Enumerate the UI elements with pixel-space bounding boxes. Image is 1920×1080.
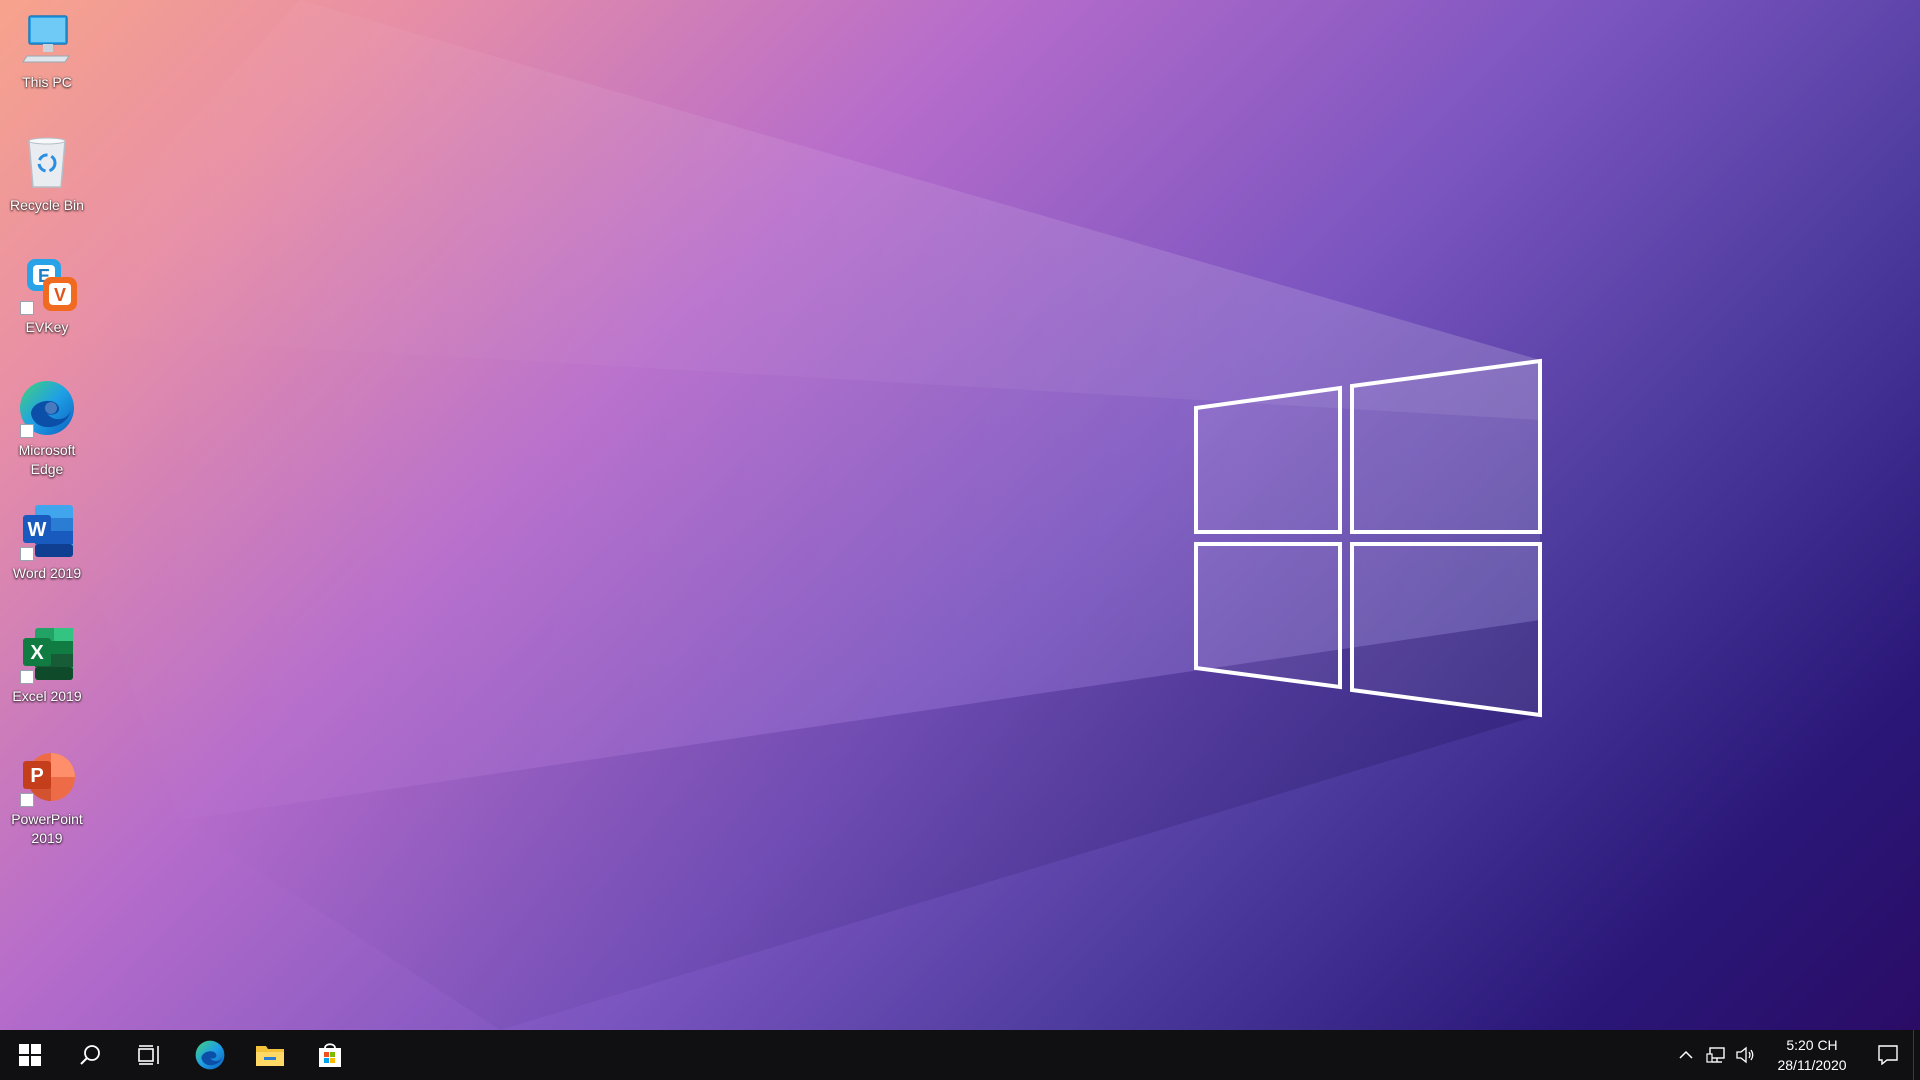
- desktop[interactable]: This PC Recycle Bin E V EVKey Microsoft …: [0, 0, 1920, 1030]
- task-view-icon: [138, 1045, 159, 1065]
- powerpoint-icon: P: [17, 747, 77, 807]
- desktop-icon-label: Recycle Bin: [10, 197, 84, 213]
- word-icon: W: [17, 501, 77, 561]
- desktop-icon-label: PowerPoint 2019: [11, 811, 83, 846]
- show-hidden-icons-button[interactable]: [1671, 1030, 1701, 1080]
- chevron-up-icon: [1679, 1050, 1693, 1059]
- desktop-icon-this-pc[interactable]: This PC: [2, 10, 92, 92]
- desktop-icon-label: Word 2019: [12, 565, 82, 581]
- edge-icon: [195, 1040, 225, 1070]
- search-icon: [80, 1045, 100, 1065]
- logo-pane-bottom-right: [1350, 542, 1542, 718]
- microsoft-store-icon: [319, 1043, 341, 1067]
- desktop-icon-microsoft-edge[interactable]: Microsoft Edge: [2, 378, 92, 479]
- shortcut-arrow-icon: [20, 424, 34, 438]
- desktop-icon-powerpoint-2019[interactable]: P PowerPoint 2019: [2, 747, 92, 848]
- edge-icon: [17, 378, 77, 438]
- logo-pane-bottom-left: [1194, 542, 1342, 690]
- taskbar-microsoft-store-button[interactable]: [300, 1030, 360, 1080]
- recycle-bin-icon: [17, 133, 77, 193]
- desktop-icon-label: Microsoft Edge: [18, 442, 76, 477]
- clock[interactable]: 5:20 CH 28/11/2020: [1767, 1030, 1857, 1080]
- svg-text:P: P: [30, 765, 43, 787]
- desktop-icon-excel-2019[interactable]: X Excel 2019: [2, 624, 92, 706]
- excel-icon: X: [17, 624, 77, 684]
- evkey-icon: E V: [17, 255, 77, 315]
- desktop-icon-label: EVKey: [25, 319, 69, 335]
- desktop-icon-label: Excel 2019: [12, 688, 82, 704]
- file-explorer-icon: [256, 1046, 284, 1066]
- clock-time: 5:20 CH: [1786, 1037, 1838, 1053]
- shortcut-arrow-icon: [20, 301, 34, 315]
- action-center-button[interactable]: [1863, 1030, 1913, 1080]
- wallpaper: [0, 0, 1542, 1030]
- volume-button[interactable]: [1731, 1030, 1761, 1080]
- network-button[interactable]: [1701, 1030, 1731, 1080]
- shortcut-arrow-icon: [20, 670, 34, 684]
- svg-text:X: X: [30, 642, 44, 664]
- search-button[interactable]: [60, 1030, 120, 1080]
- this-pc-icon: [17, 10, 77, 70]
- taskbar-file-explorer-button[interactable]: [240, 1030, 300, 1080]
- taskbar: 5:20 CH 28/11/2020: [0, 1030, 1920, 1080]
- shortcut-arrow-icon: [20, 793, 34, 807]
- network-icon: [1706, 1047, 1725, 1063]
- svg-text:W: W: [28, 519, 47, 541]
- start-button[interactable]: [0, 1030, 60, 1080]
- notification-icon: [1878, 1045, 1898, 1065]
- system-tray: 5:20 CH 28/11/2020: [1671, 1030, 1920, 1080]
- logo-pane-top-right: [1350, 358, 1542, 534]
- show-desktop-button[interactable]: [1913, 1030, 1920, 1080]
- desktop-icon-label: This PC: [22, 74, 72, 90]
- clock-date: 28/11/2020: [1777, 1057, 1847, 1073]
- start-windows-icon: [19, 1044, 41, 1066]
- taskbar-edge-button[interactable]: [180, 1030, 240, 1080]
- volume-icon: [1736, 1046, 1754, 1064]
- desktop-icon-recycle-bin[interactable]: Recycle Bin: [2, 133, 92, 215]
- task-view-button[interactable]: [120, 1030, 180, 1080]
- shortcut-arrow-icon: [20, 547, 34, 561]
- logo-pane-top-left: [1194, 385, 1342, 534]
- desktop-icon-word-2019[interactable]: W Word 2019: [2, 501, 92, 583]
- svg-text:V: V: [54, 285, 66, 305]
- desktop-icon-evkey[interactable]: E V EVKey: [2, 255, 92, 337]
